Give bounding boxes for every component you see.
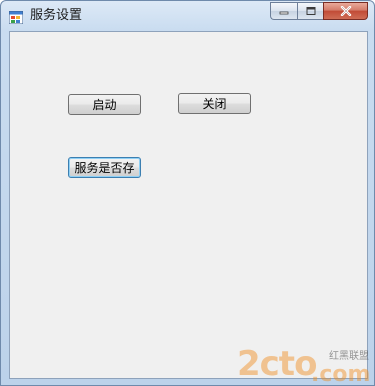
minimize-button[interactable] xyxy=(270,2,297,20)
stop-service-button[interactable]: 关闭 xyxy=(178,93,251,114)
watermark-logo: 2cto .com 红黑联盟 xyxy=(237,341,373,385)
svg-text:.com: .com xyxy=(311,362,370,385)
window-title: 服务设置 xyxy=(30,8,83,23)
minimize-icon xyxy=(279,11,289,15)
close-icon xyxy=(340,6,351,16)
winforms-app-icon[interactable] xyxy=(8,9,24,25)
close-button[interactable] xyxy=(323,2,368,20)
app-window: 服务设置 启动 关闭 服务是否存 2cto .com 红黑联盟 xyxy=(0,0,375,386)
check-service-exists-button[interactable]: 服务是否存 xyxy=(68,157,141,178)
svg-text:2cto: 2cto xyxy=(237,344,316,384)
svg-text:红黑联盟: 红黑联盟 xyxy=(329,349,369,362)
caption-buttons xyxy=(270,2,368,20)
start-service-button[interactable]: 启动 xyxy=(68,94,141,115)
title-bar[interactable]: 服务设置 xyxy=(1,1,374,31)
maximize-icon xyxy=(306,7,315,15)
maximize-button[interactable] xyxy=(297,2,323,20)
form-client-area: 启动 关闭 服务是否存 xyxy=(9,31,368,379)
